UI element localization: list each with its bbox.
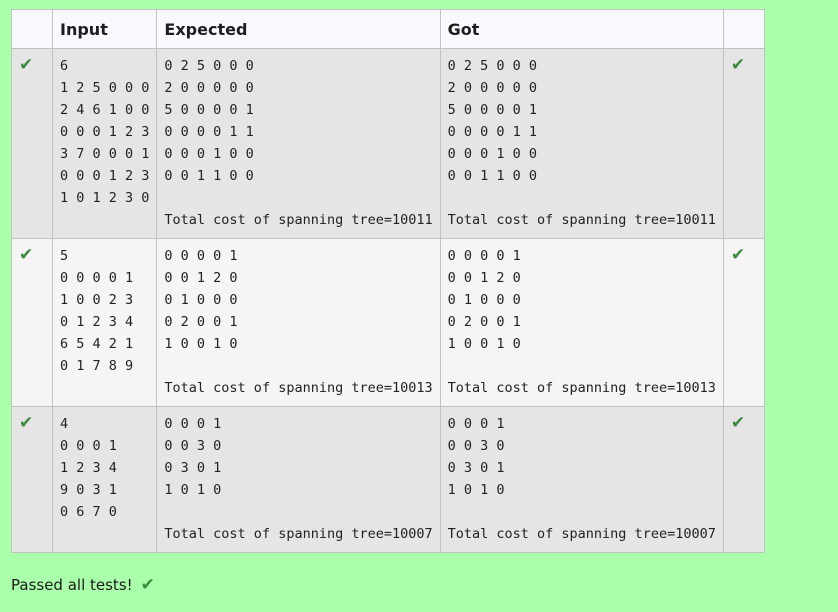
got-text: 0 0 0 0 1 0 0 1 2 0 0 1 0 0 0 0 2 0 0 1 … bbox=[447, 248, 716, 396]
header-input: Input bbox=[51, 9, 158, 49]
header-status-left bbox=[11, 9, 53, 49]
expected-text: 0 0 0 0 1 0 0 1 2 0 0 1 0 0 0 0 2 0 0 1 … bbox=[164, 248, 433, 396]
check-icon: ✔ bbox=[730, 245, 746, 265]
expected-text: 0 2 5 0 0 0 2 0 0 0 0 0 5 0 0 0 0 1 0 0 … bbox=[164, 58, 433, 228]
input-text: 5 0 0 0 0 1 1 0 0 2 3 0 1 2 3 4 6 5 4 2 … bbox=[60, 248, 134, 374]
expected-cell: 0 0 0 0 1 0 0 1 2 0 0 1 0 0 0 0 2 0 0 1 … bbox=[156, 238, 441, 407]
input-cell: 6 1 2 5 0 0 0 2 4 6 1 0 0 0 0 0 1 2 3 3 … bbox=[51, 48, 158, 239]
table-row: ✔ 6 1 2 5 0 0 0 2 4 6 1 0 0 0 0 0 1 2 3 … bbox=[11, 48, 765, 239]
table-row: ✔ 5 0 0 0 0 1 1 0 0 2 3 0 1 2 3 4 6 5 4 … bbox=[11, 238, 765, 407]
status-cell-left: ✔ bbox=[11, 238, 53, 407]
check-icon: ✔ bbox=[19, 413, 34, 433]
status-cell-left: ✔ bbox=[11, 406, 53, 553]
status-cell-left: ✔ bbox=[11, 48, 53, 239]
status-cell-right: ✔ bbox=[722, 406, 765, 553]
status-cell-right: ✔ bbox=[722, 238, 765, 407]
check-icon: ✔ bbox=[140, 575, 155, 595]
check-icon: ✔ bbox=[730, 55, 746, 75]
expected-cell: 0 2 5 0 0 0 2 0 0 0 0 0 5 0 0 0 0 1 0 0 … bbox=[156, 48, 441, 239]
check-icon: ✔ bbox=[19, 245, 34, 265]
input-cell: 4 0 0 0 1 1 2 3 4 9 0 3 1 0 6 7 0 bbox=[51, 406, 158, 553]
got-cell: 0 0 0 1 0 0 3 0 0 3 0 1 1 0 1 0 Total co… bbox=[439, 406, 724, 553]
test-results-table: Input Expected Got ✔ 6 1 2 5 0 0 0 2 4 6… bbox=[11, 9, 765, 553]
input-text: 6 1 2 5 0 0 0 2 4 6 1 0 0 0 0 0 1 2 3 3 … bbox=[60, 58, 150, 206]
got-text: 0 2 5 0 0 0 2 0 0 0 0 0 5 0 0 0 0 1 0 0 … bbox=[447, 58, 716, 228]
got-cell: 0 2 5 0 0 0 2 0 0 0 0 0 5 0 0 0 0 1 0 0 … bbox=[439, 48, 724, 239]
expected-text: 0 0 0 1 0 0 3 0 0 3 0 1 1 0 1 0 Total co… bbox=[164, 416, 433, 542]
header-expected: Expected bbox=[156, 9, 441, 49]
table-header-row: Input Expected Got bbox=[11, 9, 765, 49]
got-text: 0 0 0 1 0 0 3 0 0 3 0 1 1 0 1 0 Total co… bbox=[447, 416, 716, 542]
expected-cell: 0 0 0 1 0 0 3 0 0 3 0 1 1 0 1 0 Total co… bbox=[156, 406, 441, 553]
table-row: ✔ 4 0 0 0 1 1 2 3 4 9 0 3 1 0 6 7 0 0 0 … bbox=[11, 406, 765, 553]
header-got: Got bbox=[439, 9, 724, 49]
input-cell: 5 0 0 0 0 1 1 0 0 2 3 0 1 2 3 4 6 5 4 2 … bbox=[51, 238, 158, 407]
got-cell: 0 0 0 0 1 0 0 1 2 0 0 1 0 0 0 0 2 0 0 1 … bbox=[439, 238, 724, 407]
summary-text: Passed all tests! bbox=[11, 576, 133, 594]
status-cell-right: ✔ bbox=[722, 48, 765, 239]
check-icon: ✔ bbox=[19, 55, 34, 75]
check-icon: ✔ bbox=[730, 413, 746, 433]
input-text: 4 0 0 0 1 1 2 3 4 9 0 3 1 0 6 7 0 bbox=[60, 416, 117, 520]
header-status-right bbox=[722, 9, 765, 49]
test-summary: Passed all tests! ✔ bbox=[11, 575, 155, 595]
